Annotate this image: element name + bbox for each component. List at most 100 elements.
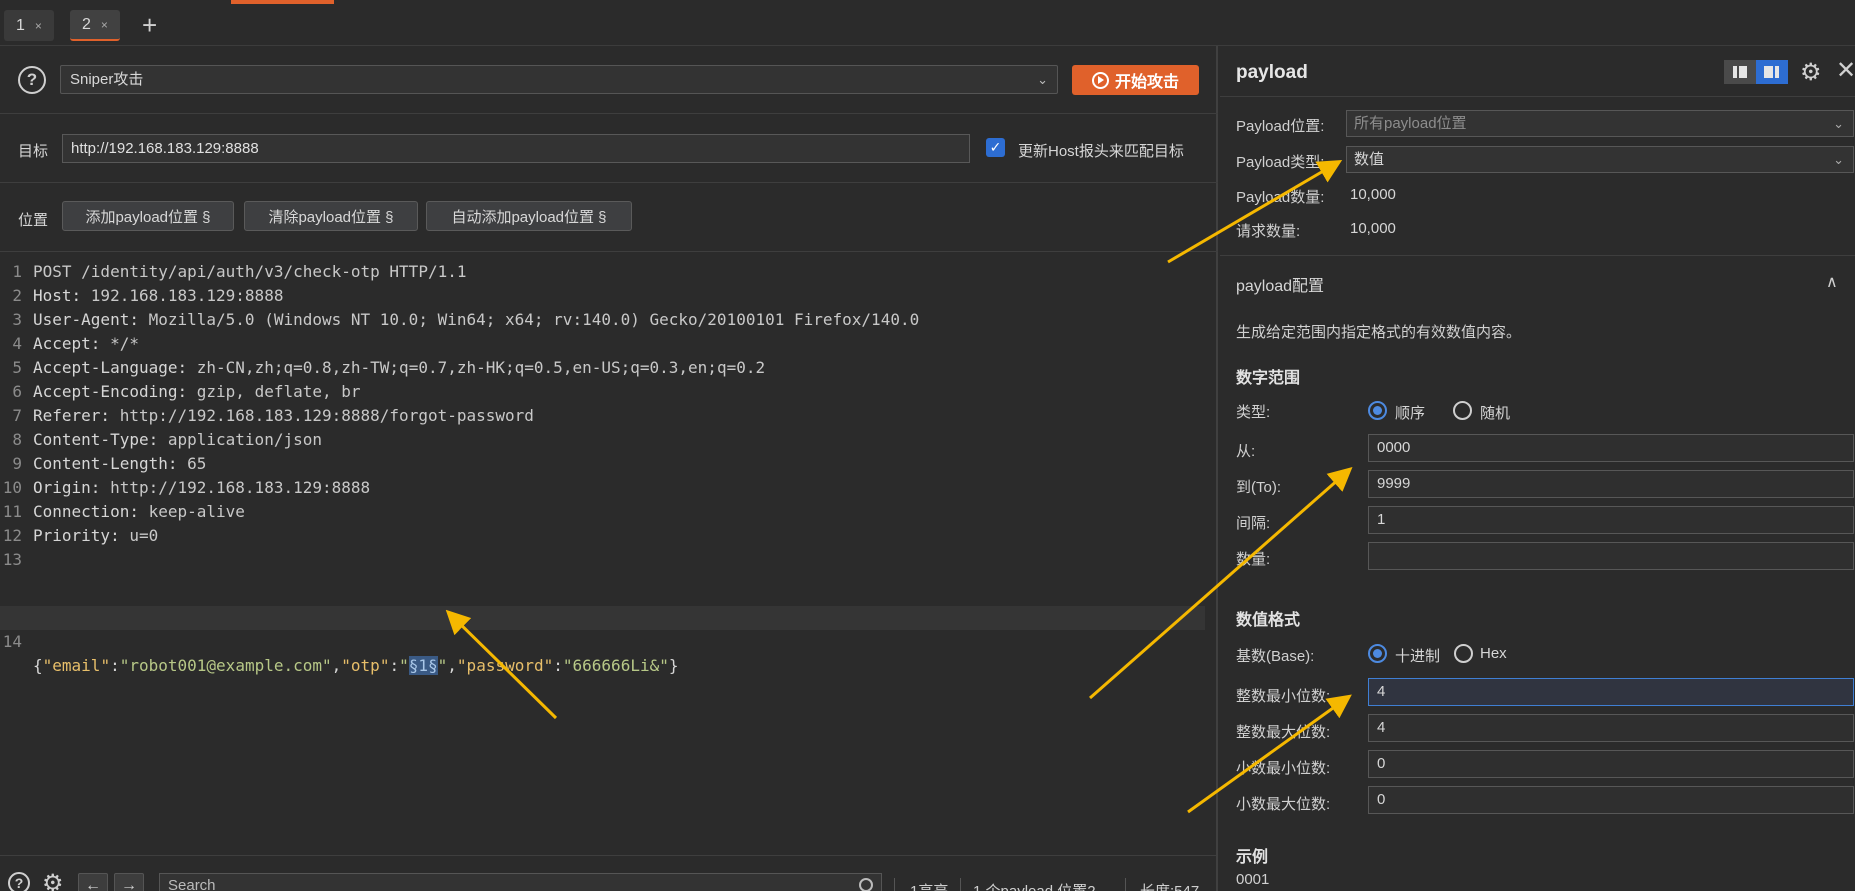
- header-value: u=0: [129, 526, 159, 545]
- code-line[interactable]: 12 Priority: u=0: [0, 524, 1205, 548]
- collapse-icon[interactable]: ∧: [1826, 272, 1838, 292]
- max-integer-digits-input[interactable]: 4: [1368, 714, 1854, 742]
- sequential-radio[interactable]: [1368, 401, 1387, 420]
- tab-1[interactable]: 1 ×: [4, 10, 54, 41]
- chevron-down-icon: ⌄: [1037, 72, 1048, 87]
- payload-type-value: 数值: [1354, 151, 1385, 168]
- header-value: Mozilla/5.0 (Windows NT 10.0; Win64; x64…: [148, 310, 920, 329]
- example-title: 示例: [1236, 849, 1269, 866]
- header-value: application/json: [167, 430, 322, 449]
- forward-button[interactable]: →: [114, 873, 144, 891]
- back-button[interactable]: ←: [78, 873, 108, 891]
- header-name: Content-Type:: [33, 430, 168, 449]
- header-value: 65: [187, 454, 207, 473]
- header-name: Host:: [33, 286, 91, 305]
- update-host-checkbox[interactable]: ✓: [986, 138, 1005, 157]
- line-number: 11: [2, 502, 22, 521]
- add-payload-position-button[interactable]: 添加payload位置 §: [62, 201, 234, 231]
- line-number: 6: [12, 382, 22, 401]
- hex-radio[interactable]: [1454, 644, 1473, 663]
- sequential-label: 顺序: [1395, 405, 1426, 422]
- code-line[interactable]: 2 Host: 192.168.183.129:8888: [0, 284, 1205, 308]
- payload-panel: payload ⚙ ✕ Payload位置: 所有payload位置 ⌄ Pay…: [1220, 46, 1855, 891]
- code-line[interactable]: 13: [0, 548, 1205, 572]
- help-icon[interactable]: ?: [8, 872, 30, 891]
- chevron-down-icon: ⌄: [1833, 116, 1844, 131]
- target-url-input[interactable]: http://192.168.183.129:8888: [62, 134, 970, 163]
- min-integer-digits-input[interactable]: 4: [1368, 678, 1854, 706]
- header-value: zh-CN,zh;q=0.8,zh-TW;q=0.7,zh-HK;q=0.5,e…: [196, 358, 766, 377]
- play-icon: [1091, 71, 1109, 89]
- code-line[interactable]: 3 User-Agent: Mozilla/5.0 (Windows NT 10.…: [0, 308, 1205, 332]
- line-number: 13: [2, 550, 22, 569]
- count-label: 数量:: [1236, 551, 1271, 568]
- tab-label: 1: [16, 16, 25, 34]
- layout-toggle[interactable]: [1724, 60, 1789, 84]
- start-attack-button[interactable]: 开始攻击: [1072, 65, 1199, 95]
- line-number: 8: [12, 430, 22, 449]
- close-icon[interactable]: ×: [101, 18, 108, 32]
- line-number: 4: [12, 334, 22, 353]
- code-line[interactable]: 11 Connection: keep-alive: [0, 500, 1205, 524]
- line-number: 9: [12, 454, 22, 473]
- close-icon[interactable]: ×: [35, 19, 42, 33]
- line-number: 5: [12, 358, 22, 377]
- close-icon[interactable]: ✕: [1836, 56, 1855, 85]
- line-content: POST /identity/api/auth/v3/check-otp HTT…: [33, 260, 466, 284]
- payload-count-value: 10,000: [1350, 186, 1396, 203]
- code-line[interactable]: 14 {"email":"robot001@example.com","otp"…: [0, 606, 1205, 675]
- header-value: 192.168.183.129:8888: [90, 286, 284, 305]
- tab-2[interactable]: 2 ×: [70, 10, 120, 41]
- decimal-radio[interactable]: [1368, 644, 1387, 663]
- min-fraction-digits-input[interactable]: 0: [1368, 750, 1854, 778]
- start-attack-label: 开始攻击: [1114, 74, 1179, 91]
- gear-icon[interactable]: ⚙: [1800, 58, 1822, 87]
- step-input[interactable]: 1: [1368, 506, 1854, 534]
- search-input[interactable]: Search: [159, 873, 882, 891]
- code-line[interactable]: 4 Accept: */*: [0, 332, 1205, 356]
- line-content: User-Agent: Mozilla/5.0 (Windows NT 10.0…: [33, 308, 919, 332]
- code-line[interactable]: 9 Content-Length: 65: [0, 452, 1205, 476]
- request-editor[interactable]: 1 POST /identity/api/auth/v3/check-otp HT…: [0, 252, 1216, 855]
- payload-position-select[interactable]: 所有payload位置 ⌄: [1346, 110, 1854, 137]
- payload-position-value: 所有payload位置: [1354, 115, 1467, 132]
- from-label: 从:: [1236, 443, 1256, 460]
- line-number: 14: [2, 632, 22, 651]
- code-line[interactable]: 1 POST /identity/api/auth/v3/check-otp HT…: [0, 260, 1205, 284]
- attack-type-select[interactable]: Sniper攻击 ⌄: [60, 65, 1058, 94]
- chevron-down-icon: ⌄: [1833, 152, 1844, 167]
- payload-marker[interactable]: §1§: [408, 656, 438, 675]
- header-value: keep-alive: [148, 502, 245, 521]
- highlight-count: 1高亮: [910, 880, 948, 891]
- from-input[interactable]: 0000: [1368, 434, 1854, 462]
- count-input[interactable]: [1368, 542, 1854, 570]
- max-fraction-digits-label: 小数最大位数:: [1236, 796, 1331, 813]
- code-line[interactable]: 10 Origin: http://192.168.183.129:8888: [0, 476, 1205, 500]
- search-placeholder: Search: [168, 877, 216, 891]
- min-fraction-digits-label: 小数最小位数:: [1236, 760, 1331, 777]
- header-value: gzip, deflate, br: [196, 382, 361, 401]
- header-name: Referer:: [33, 406, 120, 425]
- line-content: Host: 192.168.183.129:8888: [33, 284, 283, 308]
- header-value: http://192.168.183.129:8888: [110, 478, 371, 497]
- code-line[interactable]: 6 Accept-Encoding: gzip, deflate, br: [0, 380, 1205, 404]
- positions-label: 位置: [18, 212, 49, 229]
- layout-horizontal-icon[interactable]: [1724, 60, 1756, 84]
- code-line[interactable]: 8 Content-Type: application/json: [0, 428, 1205, 452]
- clear-payload-position-button[interactable]: 清除payload位置 §: [244, 201, 418, 231]
- add-tab-icon[interactable]: +: [142, 10, 157, 40]
- gear-icon[interactable]: ⚙: [42, 869, 64, 891]
- example-value: 0001: [1236, 871, 1270, 888]
- to-input[interactable]: 9999: [1368, 470, 1854, 498]
- code-line[interactable]: 5 Accept-Language: zh-CN,zh;q=0.8,zh-TW;q…: [0, 356, 1205, 380]
- payload-type-label: Payload类型:: [1236, 154, 1325, 171]
- payload-type-select[interactable]: 数值 ⌄: [1346, 146, 1854, 173]
- random-radio[interactable]: [1453, 401, 1472, 420]
- auto-add-payload-position-button[interactable]: 自动添加payload位置 §: [426, 201, 632, 231]
- line-content: Content-Length: 65: [33, 452, 206, 476]
- help-icon[interactable]: ?: [18, 66, 46, 94]
- line-number: 2: [12, 286, 22, 305]
- layout-vertical-icon[interactable]: [1756, 60, 1788, 84]
- code-line[interactable]: 7 Referer: http://192.168.183.129:8888/fo…: [0, 404, 1205, 428]
- max-fraction-digits-input[interactable]: 0: [1368, 786, 1854, 814]
